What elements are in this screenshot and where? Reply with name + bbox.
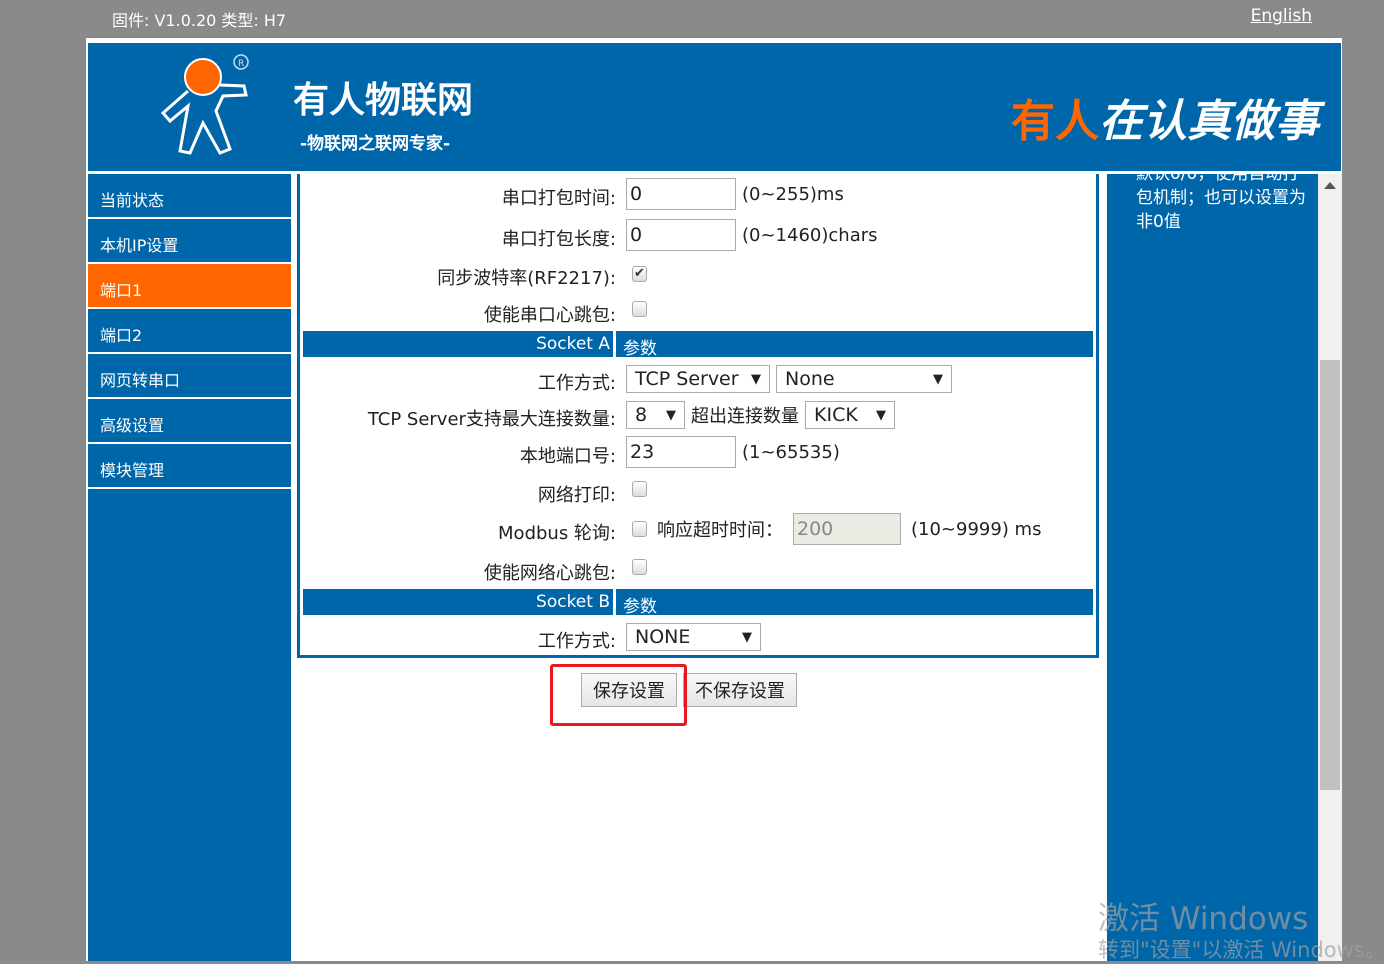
socket-b-work-mode-value: NONE bbox=[635, 626, 691, 648]
brand-name: 有人物联网 bbox=[293, 80, 474, 121]
socket-b-work-mode-row: 工作方式: NONE ▼ bbox=[300, 621, 1096, 655]
net-print-checkbox[interactable] bbox=[632, 481, 647, 497]
modbus-checkbox[interactable] bbox=[632, 521, 647, 537]
activation-watermark-sub: 转到"设置"以激活 Windows。 bbox=[1098, 938, 1384, 962]
net-print-row: 网络打印: bbox=[300, 475, 1096, 509]
dropdown-arrow-icon: ▼ bbox=[666, 407, 676, 423]
socket-a-header: Socket A 参数 bbox=[303, 331, 1093, 359]
svg-text:R: R bbox=[238, 59, 244, 69]
local-port-row: 本地端口号: (1~65535) bbox=[300, 436, 1096, 470]
socket-b-header: Socket B 参数 bbox=[303, 589, 1093, 617]
activation-watermark: 激活 Windows bbox=[1098, 901, 1309, 937]
help-text: 默认0/0，使用自动打包机制；也可以设置为非0值 bbox=[1136, 174, 1306, 232]
rfc2217-checkbox[interactable]: ✔ bbox=[632, 266, 647, 282]
max-connections-label: TCP Server支持最大连接数量: bbox=[367, 409, 616, 430]
slogan-orange: 有人 bbox=[1011, 96, 1099, 147]
pack-length-row: 串口打包长度: (0~1460)chars bbox=[300, 219, 1096, 253]
scroll-up-icon[interactable] bbox=[1324, 182, 1336, 189]
pack-time-row: 串口打包时间: (0~255)ms bbox=[300, 178, 1096, 212]
pack-time-label: 串口打包时间: bbox=[501, 188, 616, 209]
sidebar-item-port1[interactable]: 端口1 bbox=[88, 264, 291, 309]
usr-logo-icon: R bbox=[160, 54, 249, 155]
sidebar-item-advanced[interactable]: 高级设置 bbox=[88, 399, 291, 444]
rfc2217-row: 同步波特率(RF2217): ✔ bbox=[300, 258, 1096, 292]
scrollbar-thumb[interactable] bbox=[1320, 360, 1340, 790]
sidebar-item-ip-settings[interactable]: 本机IP设置 bbox=[88, 219, 291, 264]
work-mode-label: 工作方式: bbox=[537, 373, 616, 394]
timeout-input bbox=[793, 513, 901, 545]
port-settings-form: 串口打包时间: (0~255)ms 串口打包长度: (0~1460)chars … bbox=[297, 174, 1099, 658]
sidebar: 当前状态 本机IP设置 端口1 端口2 网页转串口 高级设置 模块管理 bbox=[88, 174, 291, 961]
rfc2217-label: 同步波特率(RF2217): bbox=[437, 268, 616, 289]
firmware-info: 固件: V1.0.20 类型: H7 bbox=[112, 11, 287, 30]
net-heartbeat-row: 使能网络心跳包: bbox=[300, 553, 1096, 587]
socket-b-title: Socket B bbox=[303, 589, 616, 615]
net-heartbeat-checkbox[interactable] bbox=[632, 559, 647, 575]
work-mode-sub-value: None bbox=[785, 368, 835, 390]
sidebar-item-status[interactable]: 当前状态 bbox=[88, 174, 291, 219]
help-panel: 默认0/0，使用自动打包机制；也可以设置为非0值 bbox=[1107, 174, 1318, 961]
dropdown-arrow-icon: ▼ bbox=[751, 371, 761, 387]
slogan: 有人在认真做事 bbox=[1011, 85, 1319, 149]
socket-b-work-mode-select[interactable]: NONE ▼ bbox=[626, 623, 761, 651]
max-connections-row: TCP Server支持最大连接数量: 8 ▼ 超出连接数量 KICK ▼ bbox=[300, 399, 1096, 433]
socket-b-params: 参数 bbox=[623, 597, 657, 617]
pack-time-hint: (0~255)ms bbox=[742, 183, 844, 205]
socket-a-params: 参数 bbox=[623, 339, 657, 359]
work-mode-select[interactable]: TCP Server ▼ bbox=[626, 365, 770, 393]
dropdown-arrow-icon: ▼ bbox=[933, 371, 943, 387]
local-port-input[interactable] bbox=[626, 436, 736, 468]
serial-heartbeat-label: 使能串口心跳包: bbox=[483, 305, 616, 326]
timeout-hint: (10~9999) ms bbox=[911, 518, 1042, 540]
modbus-label: Modbus 轮询: bbox=[498, 523, 616, 544]
pack-length-hint: (0~1460)chars bbox=[742, 224, 878, 246]
socket-b-work-mode-label: 工作方式: bbox=[537, 631, 616, 652]
net-print-label: 网络打印: bbox=[537, 485, 616, 506]
brand-subtitle: -物联网之联网专家- bbox=[300, 134, 451, 154]
dropdown-arrow-icon: ▼ bbox=[876, 407, 886, 423]
slogan-white: 在认真做事 bbox=[1099, 96, 1319, 147]
sidebar-item-module-management[interactable]: 模块管理 bbox=[88, 444, 291, 489]
timeout-label: 响应超时时间： bbox=[657, 520, 783, 541]
main-content: 串口打包时间: (0~255)ms 串口打包长度: (0~1460)chars … bbox=[291, 174, 1107, 961]
work-mode-value: TCP Server bbox=[635, 368, 739, 390]
local-port-hint: (1~65535) bbox=[742, 441, 840, 463]
sidebar-item-web-to-serial[interactable]: 网页转串口 bbox=[88, 354, 291, 399]
exceed-action-select[interactable]: KICK ▼ bbox=[805, 401, 895, 429]
max-connections-value: 8 bbox=[635, 404, 648, 426]
discard-button[interactable]: 不保存设置 bbox=[683, 673, 797, 707]
pack-length-label: 串口打包长度: bbox=[501, 229, 616, 250]
local-port-label: 本地端口号: bbox=[519, 446, 616, 467]
english-link[interactable]: English bbox=[1251, 6, 1312, 26]
socket-a-work-mode-row: 工作方式: TCP Server ▼ None ▼ bbox=[300, 363, 1096, 397]
highlight-box bbox=[550, 664, 687, 726]
exceed-action-value: KICK bbox=[814, 404, 858, 426]
max-connections-select[interactable]: 8 ▼ bbox=[626, 401, 685, 429]
serial-heartbeat-row: 使能串口心跳包: bbox=[300, 295, 1096, 329]
exceed-label: 超出连接数量 bbox=[691, 406, 799, 427]
top-bar: 固件: V1.0.20 类型: H7 English bbox=[86, 0, 1342, 38]
work-mode-sub-select[interactable]: None ▼ bbox=[776, 365, 952, 393]
net-heartbeat-label: 使能网络心跳包: bbox=[483, 563, 616, 584]
banner: R 有人物联网 -物联网之联网专家- 有人在认真做事 bbox=[88, 43, 1341, 171]
sidebar-item-port2[interactable]: 端口2 bbox=[88, 309, 291, 354]
socket-a-title: Socket A bbox=[303, 331, 616, 357]
scrollbar[interactable] bbox=[1318, 174, 1342, 961]
pack-length-input[interactable] bbox=[626, 219, 736, 251]
serial-heartbeat-checkbox[interactable] bbox=[632, 301, 647, 317]
modbus-row: Modbus 轮询: 响应超时时间： (10~9999) ms bbox=[300, 513, 1096, 547]
pack-time-input[interactable] bbox=[626, 178, 736, 210]
dropdown-arrow-icon: ▼ bbox=[742, 629, 752, 645]
